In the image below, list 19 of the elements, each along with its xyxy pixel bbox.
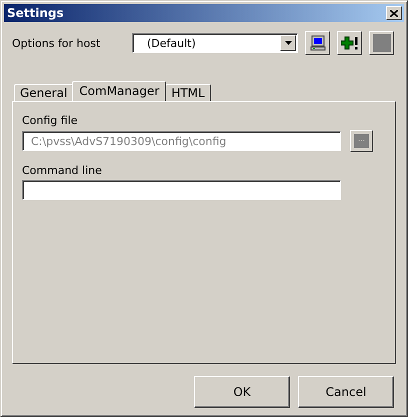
toolbar-button[interactable] xyxy=(305,31,330,55)
tab[interactable]: ComManager xyxy=(72,81,166,101)
plus-exclamation-icon xyxy=(340,36,358,50)
host-dropdown[interactable]: (Default) xyxy=(132,33,298,53)
toolbar-button[interactable] xyxy=(369,31,394,55)
dialog-button[interactable]: Cancel xyxy=(298,376,394,408)
computer-icon xyxy=(310,35,326,51)
close-icon xyxy=(390,10,398,16)
tab[interactable]: HTML xyxy=(165,84,211,101)
close-button[interactable] xyxy=(386,6,402,20)
dialog-button[interactable]: OK xyxy=(194,376,290,408)
field-label: Config file xyxy=(22,114,79,127)
host-label: Options for host xyxy=(12,36,102,50)
tab[interactable]: General xyxy=(14,84,74,101)
toolbar-button[interactable] xyxy=(337,31,362,55)
blank-icon xyxy=(372,34,390,52)
field-label: Command line xyxy=(22,164,103,177)
command-line-field[interactable] xyxy=(22,180,341,200)
window-title: Settings xyxy=(7,6,64,20)
